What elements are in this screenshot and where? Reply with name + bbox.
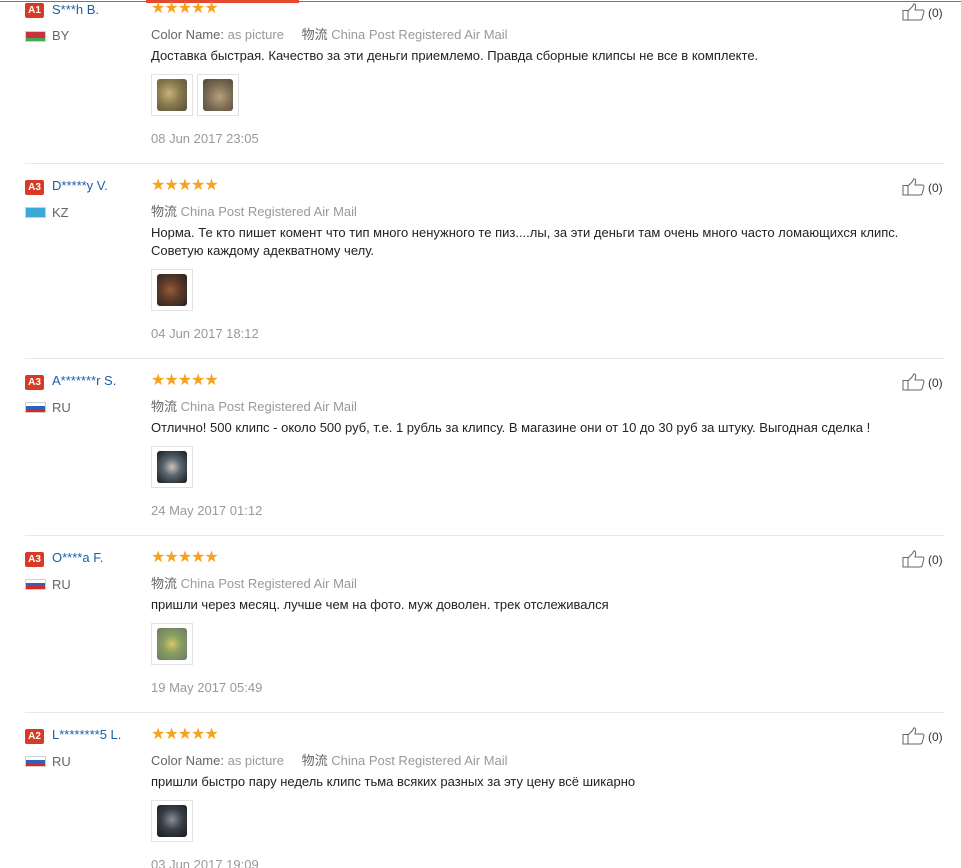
review-item: A3 A*******r S. RU ★★★★★ 物流 China Post R… [0,359,961,536]
country-flag-icon [25,207,46,218]
review-date: 08 Jun 2017 23:05 [151,131,259,146]
helpful-count: (0) [928,730,943,744]
reviewer-name[interactable]: O****a F. [52,550,103,565]
color-label: Color Name: [151,27,224,42]
shipping-method: China Post Registered Air Mail [180,576,357,591]
review-text: пришли через месяц. лучше чем на фото. м… [151,597,609,612]
star-rating: ★★★★★ [151,372,219,389]
color-label: Color Name: [151,753,224,768]
review-date: 19 May 2017 05:49 [151,680,263,695]
review-photos [151,74,243,118]
review-photo-thumbnail[interactable] [151,800,193,842]
review-photo-thumbnail[interactable] [151,74,193,116]
review-item: A3 D*****y V. KZ ★★★★★ 物流 China Post Reg… [0,164,961,359]
thumbs-up-icon [902,550,925,568]
star-rating: ★★★★★ [151,726,219,743]
reviewer-name[interactable]: A*******r S. [52,373,116,388]
flag-stripe [26,409,45,412]
helpful-button[interactable]: (0) [902,550,952,570]
reviewer-name[interactable]: D*****y V. [52,178,108,193]
helpful-button[interactable]: (0) [902,727,952,747]
reviewer-name[interactable]: L********5 L. [52,727,121,742]
thumbs-up-icon [902,727,925,745]
order-info: 物流 China Post Registered Air Mail [151,573,357,592]
review-item: A1 S***h B. BY ★★★★★ Color Name: as pict… [0,0,961,164]
flag-stripe [26,214,45,217]
star-rating: ★★★★★ [151,0,219,17]
review-photos [151,446,197,490]
review-text: Отлично! 500 клипс - около 500 руб, т.е.… [151,420,871,435]
review-photo-thumbnail[interactable] [151,446,193,488]
buyer-level-badge: A2 [25,729,44,744]
helpful-button[interactable]: (0) [902,178,952,198]
review-date: 04 Jun 2017 18:12 [151,326,259,341]
shipping-label: 物流 [151,399,178,414]
thumbs-up-icon [902,178,925,196]
country-flag-icon [25,31,46,42]
review-photos [151,623,197,667]
shipping-method: China Post Registered Air Mail [331,753,508,768]
review-photos [151,269,197,313]
helpful-count: (0) [928,6,943,20]
country-flag-icon [25,402,46,413]
shipping-label: 物流 [151,576,178,591]
order-info: Color Name: as picture 物流 China Post Reg… [151,24,508,43]
color-value: as picture [227,27,284,42]
review-item: A2 L********5 L. RU ★★★★★ Color Name: as… [0,713,961,868]
buyer-level-badge: A1 [25,3,44,18]
country-code: RU [52,577,71,592]
review-photo-thumbnail[interactable] [197,74,239,116]
thumbs-up-icon [902,3,925,21]
shipping-label: 物流 [151,204,178,219]
star-rating: ★★★★★ [151,549,219,566]
helpful-button[interactable]: (0) [902,3,952,23]
review-date: 24 May 2017 01:12 [151,503,263,518]
country-code: BY [52,28,70,43]
helpful-button[interactable]: (0) [902,373,952,393]
review-item: A3 O****a F. RU ★★★★★ 物流 China Post Regi… [0,536,961,713]
helpful-count: (0) [928,181,943,195]
buyer-level-badge: A3 [25,552,44,567]
country-flag-icon [25,579,46,590]
buyer-level-badge: A3 [25,375,44,390]
color-value: as picture [227,753,284,768]
order-info: 物流 China Post Registered Air Mail [151,396,357,415]
flag-stripe [26,763,45,766]
order-info: Color Name: as picture 物流 China Post Reg… [151,750,508,769]
thumbs-up-icon [902,373,925,391]
flag-stripe [26,586,45,589]
buyer-level-badge: A3 [25,180,44,195]
country-code: RU [52,400,71,415]
shipping-method: China Post Registered Air Mail [180,399,357,414]
review-date: 03 Jun 2017 19:09 [151,857,259,868]
shipping-label: 物流 [301,753,328,768]
star-rating: ★★★★★ [151,177,219,194]
shipping-method: China Post Registered Air Mail [331,27,508,42]
review-photos [151,800,197,844]
shipping-method: China Post Registered Air Mail [180,204,357,219]
country-code: KZ [52,205,69,220]
review-text: Норма. Те кто пишет комент что тип много… [151,225,899,258]
country-flag-icon [25,756,46,767]
flag-stripe [26,38,45,41]
country-code: RU [52,754,71,769]
order-info: 物流 China Post Registered Air Mail [151,201,357,220]
review-photo-thumbnail[interactable] [151,623,193,665]
review-text: Доставка быстрая. Качество за эти деньги… [151,48,759,63]
helpful-count: (0) [928,553,943,567]
review-photo-thumbnail[interactable] [151,269,193,311]
reviewer-name[interactable]: S***h B. [52,2,99,17]
review-text: пришли быстро пару недель клипс тьма вся… [151,774,636,789]
helpful-count: (0) [928,376,943,390]
shipping-label: 物流 [301,27,328,42]
